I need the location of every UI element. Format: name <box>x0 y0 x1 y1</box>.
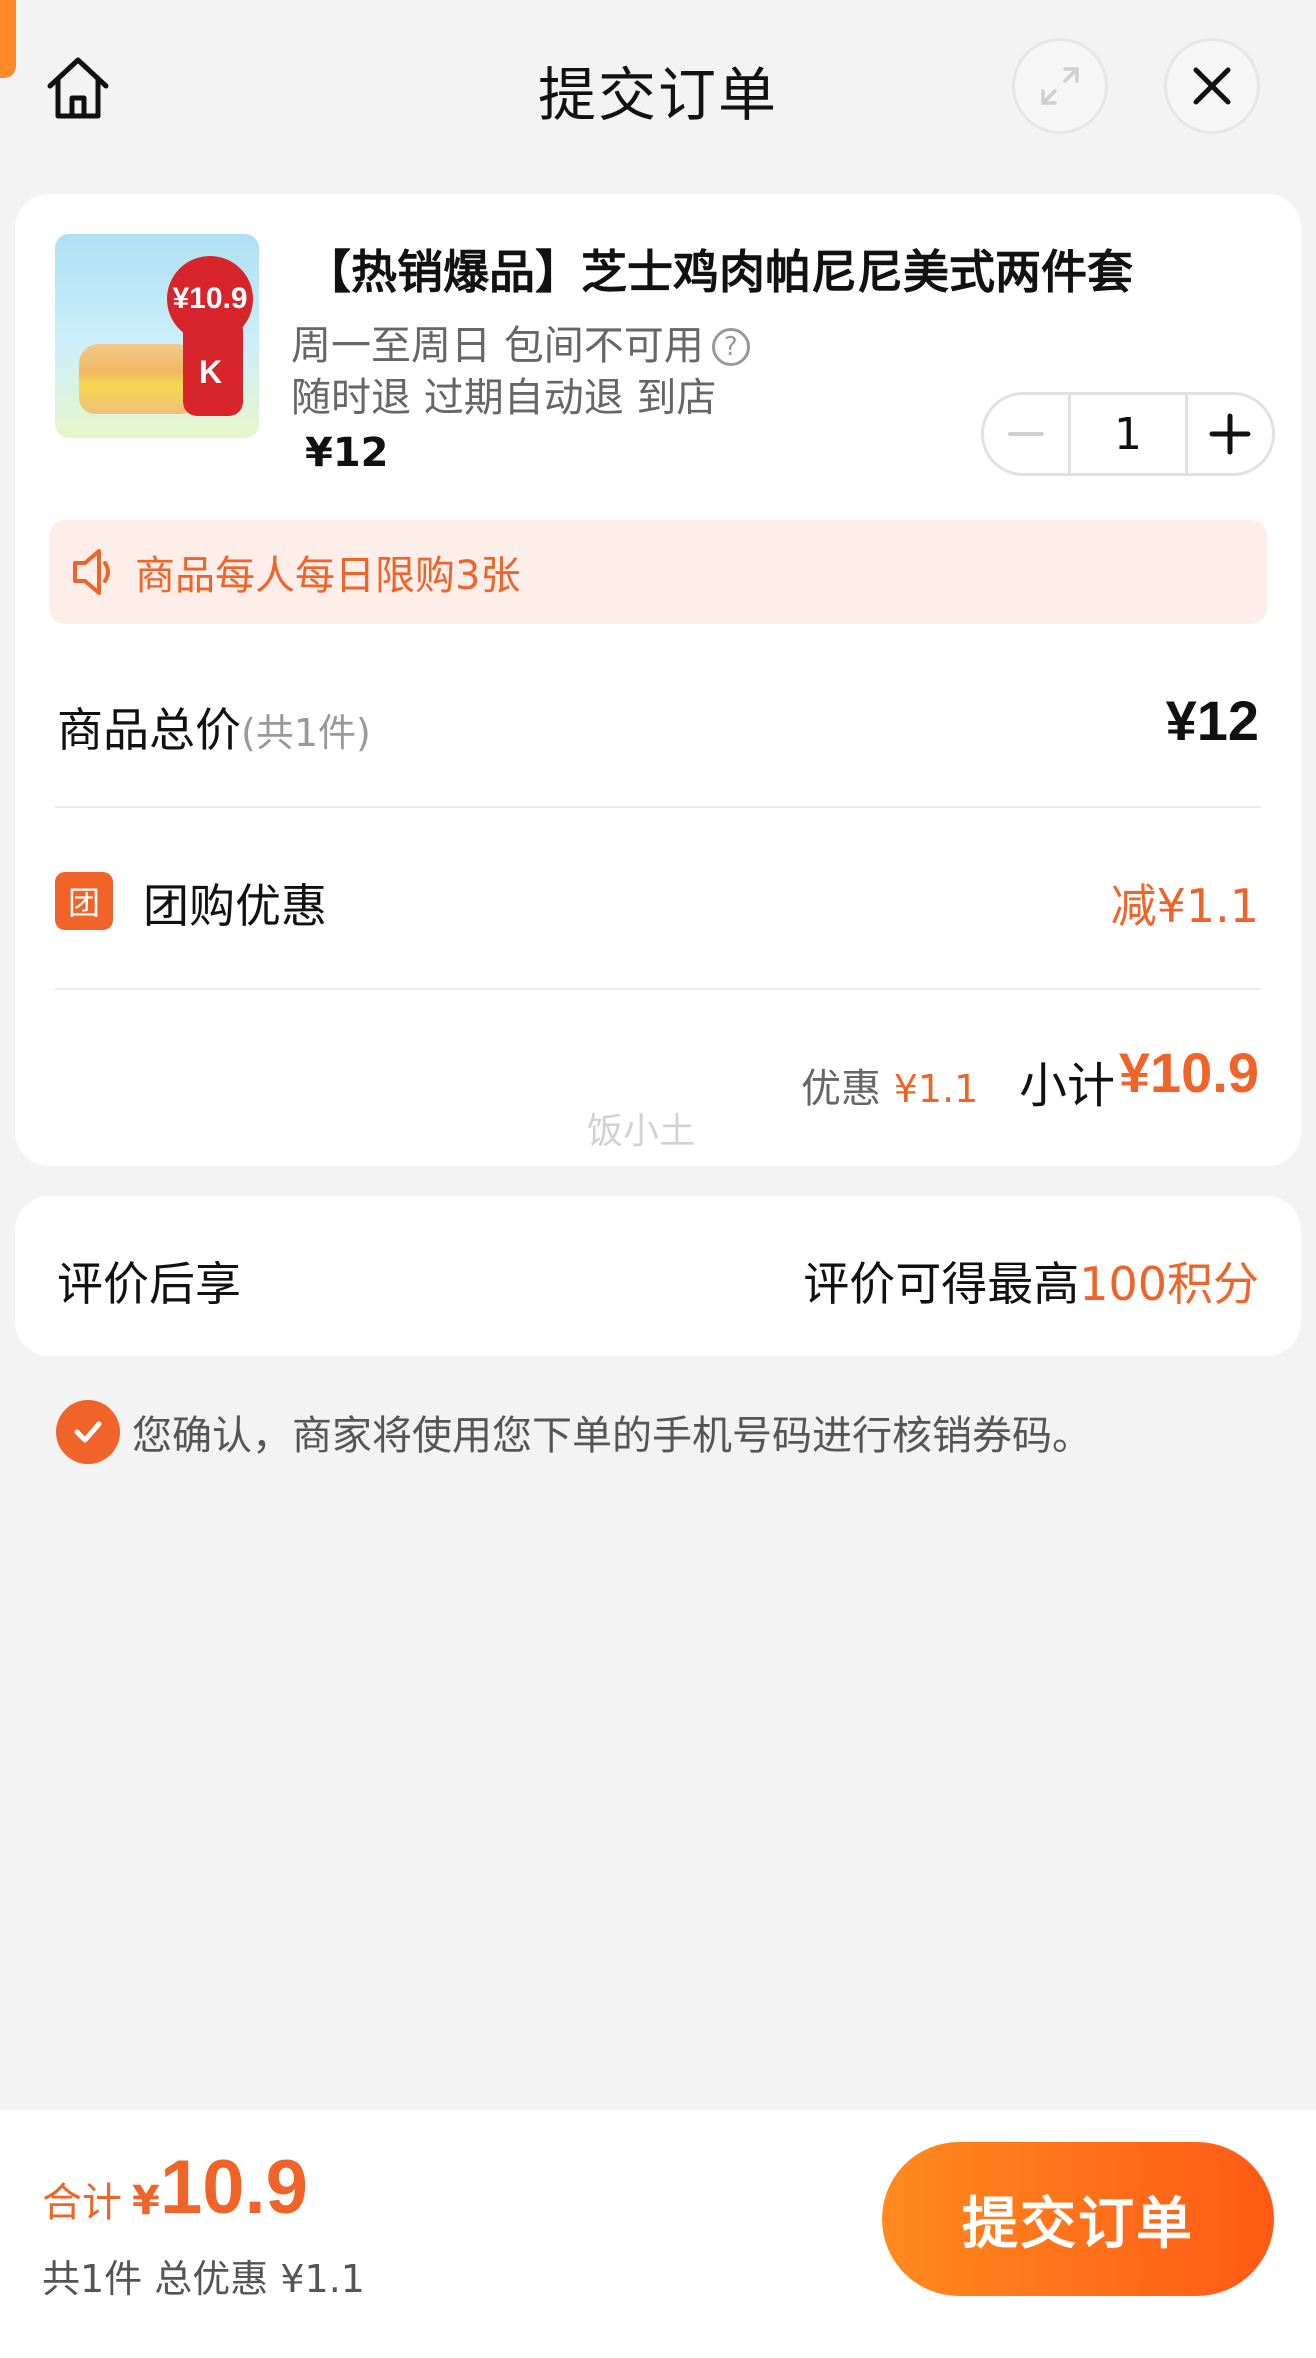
decrement-button[interactable] <box>984 395 1068 473</box>
review-value-points: 100积分 <box>1079 1257 1259 1311</box>
divider <box>55 988 1261 990</box>
speaker-icon <box>73 549 110 595</box>
sum-value: 10.9 <box>160 2145 308 2230</box>
product-thumbnail[interactable]: ¥10.9 <box>55 234 259 438</box>
review-card[interactable]: 评价后享 评价可得最高100积分 <box>15 1196 1301 1356</box>
group-discount-label: 团购优惠 <box>143 879 327 933</box>
sum-currency: ¥ <box>132 2178 160 2224</box>
discount-value: ¥1.1 <box>893 1067 979 1111</box>
subtotal-value: ¥10.9 <box>1118 1041 1259 1104</box>
minus-icon <box>1008 432 1044 436</box>
close-button[interactable] <box>1164 38 1260 134</box>
confirm-text: 您确认，商家将使用您下单的手机号码进行核销券码。 <box>132 1413 1092 1459</box>
review-value-prefix: 评价可得最高 <box>803 1257 1080 1311</box>
product-meta: 周一至周日 包间不可用? 随时退 过期自动退 到店 <box>291 320 750 424</box>
quantity-value[interactable]: 1 <box>1068 395 1188 473</box>
page-title: 提交订单 <box>537 61 778 129</box>
divider <box>55 806 1261 808</box>
quantity-stepper: 1 <box>981 392 1275 476</box>
order-card: ¥10.9 【热销爆品】芝士鸡肉帕尼尼美式两件套 周一至周日 包间不可用? 随时… <box>15 194 1301 1166</box>
sum-label: 合计 <box>42 2180 122 2226</box>
confirm-row: 您确认，商家将使用您下单的手机号码进行核销券码。 <box>56 1400 1092 1464</box>
help-icon[interactable]: ? <box>711 328 750 366</box>
watermark: 饭小土 <box>587 1111 696 1152</box>
submit-order-button[interactable]: 提交订单 <box>882 2142 1274 2296</box>
sum-subtext: 共1件 总优惠 ¥1.1 <box>42 2257 365 2301</box>
review-value: 评价可得最高100积分 <box>803 1248 1259 1314</box>
close-icon <box>1193 67 1231 105</box>
check-icon <box>74 1421 102 1443</box>
price-badge: ¥10.9 <box>167 256 253 342</box>
total-count: (共1件) <box>241 711 371 755</box>
product-price: ¥12 <box>305 430 389 476</box>
expand-icon <box>1041 67 1079 105</box>
subtotal-label: 小计 <box>1019 1058 1116 1114</box>
confirm-checkbox[interactable] <box>56 1400 120 1464</box>
top-bar: 提交订单 <box>0 0 1316 180</box>
review-label: 评价后享 <box>57 1257 241 1311</box>
bottom-bar: 合计 ¥ 10.9 共1件 总优惠 ¥1.1 提交订单 <box>0 2110 1316 2358</box>
product-title[interactable]: 【热销爆品】芝士鸡肉帕尼尼美式两件套 <box>305 236 1133 302</box>
plus-icon <box>1209 413 1251 455</box>
discount-summary: 优惠 ¥1.1 <box>801 1056 978 1114</box>
group-buy-icon: 团 <box>55 872 113 930</box>
sandwich-image <box>79 344 197 414</box>
limit-text: 商品每人每日限购3张 <box>135 553 521 599</box>
meta-line-2: 随时退 过期自动退 到店 <box>291 375 717 421</box>
group-discount-value: 减¥1.1 <box>1110 879 1259 933</box>
total-price-label: 商品总价(共1件) <box>57 694 371 760</box>
meta-line-1: 周一至周日 包间不可用 <box>291 323 704 369</box>
discount-label: 优惠 <box>801 1066 881 1112</box>
total-label-text: 商品总价 <box>57 703 241 757</box>
expand-button[interactable] <box>1012 38 1108 134</box>
increment-button[interactable] <box>1188 395 1272 473</box>
limit-notice: 商品每人每日限购3张 <box>49 520 1267 624</box>
total-price-value: ¥12 <box>1165 689 1259 752</box>
